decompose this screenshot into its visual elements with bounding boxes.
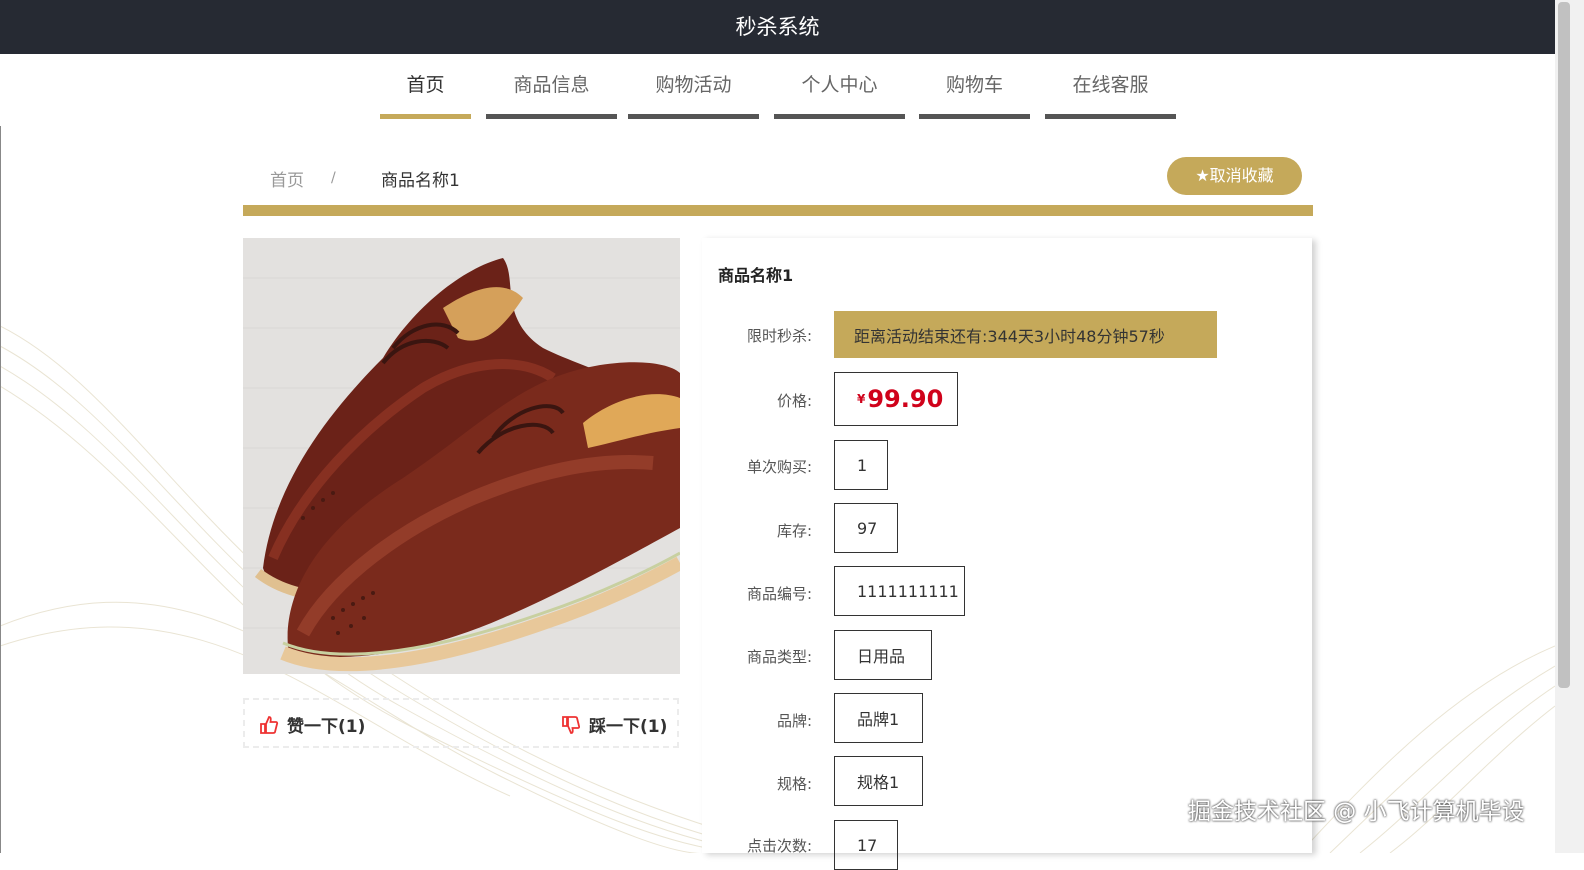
countdown-label: 限时秒杀: (746, 327, 812, 345)
app-header: 秒杀系统 (0, 0, 1555, 54)
countdown-banner: 距离活动结束还有:344天3小时48分钟57秒 (834, 311, 1217, 358)
unfavorite-button[interactable]: ★取消收藏 (1167, 157, 1302, 195)
star-icon: ★ (1195, 166, 1210, 185)
nav-product-info[interactable]: 商品信息 (486, 54, 617, 119)
product-type-value: 日用品 (834, 630, 932, 680)
nav-home[interactable]: 首页 (380, 54, 471, 119)
breadcrumb-separator: / (331, 170, 336, 186)
nav-shopping-activity[interactable]: 购物活动 (628, 54, 759, 119)
spec-label: 规格: (776, 775, 812, 793)
price-label: 价格: (776, 392, 812, 410)
price-currency: ¥ (857, 392, 866, 406)
spec-value: 规格1 (834, 756, 923, 806)
nav-cart[interactable]: 购物车 (919, 54, 1030, 119)
stock-value: 97 (834, 503, 898, 553)
scrollbar-thumb[interactable] (1558, 2, 1570, 688)
product-type-label: 商品类型: (746, 648, 812, 666)
like-button[interactable]: 赞一下(1) (259, 712, 365, 737)
divider-bar (243, 205, 1313, 216)
clicks-value: 17 (834, 820, 898, 870)
brand-value: 品牌1 (834, 693, 923, 743)
product-image (243, 238, 680, 674)
nav-customer-service[interactable]: 在线客服 (1045, 54, 1176, 119)
product-code-label: 商品编号: (746, 585, 812, 603)
product-detail-panel: 商品名称1 限时秒杀: 距离活动结束还有:344天3小时48分钟57秒 价格: … (702, 238, 1312, 870)
content-border (0, 126, 1, 853)
price-value: 99.90 (867, 385, 944, 413)
nav-personal-center[interactable]: 个人中心 (774, 54, 905, 119)
main-nav: 首页 商品信息 购物活动 个人中心 购物车 在线客服 (0, 54, 1555, 126)
thumbs-up-icon (260, 715, 279, 734)
brand-label: 品牌: (776, 712, 812, 730)
breadcrumb-current: 商品名称1 (381, 171, 460, 191)
unfavorite-label: 取消收藏 (1209, 166, 1274, 185)
like-label: 赞一下(1) (287, 717, 366, 737)
product-code-value: 1111111111 (834, 566, 965, 616)
dislike-label: 踩一下(1) (589, 717, 668, 737)
price-box: ¥99.90 (834, 372, 958, 426)
per-purchase-label: 单次购买: (746, 458, 812, 476)
product-name: 商品名称1 (718, 266, 794, 285)
app-title: 秒杀系统 (735, 15, 820, 39)
per-purchase-value: 1 (834, 440, 888, 490)
breadcrumb-home[interactable]: 首页 (270, 166, 304, 191)
vote-box: 赞一下(1) 踩一下(1) (243, 698, 679, 748)
thumbs-down-icon (562, 715, 581, 734)
stock-label: 库存: (776, 522, 812, 540)
dislike-button[interactable]: 踩一下(1) (561, 712, 667, 737)
watermark: 掘金技术社区 @ 小飞计算机毕设 (1188, 799, 1525, 825)
